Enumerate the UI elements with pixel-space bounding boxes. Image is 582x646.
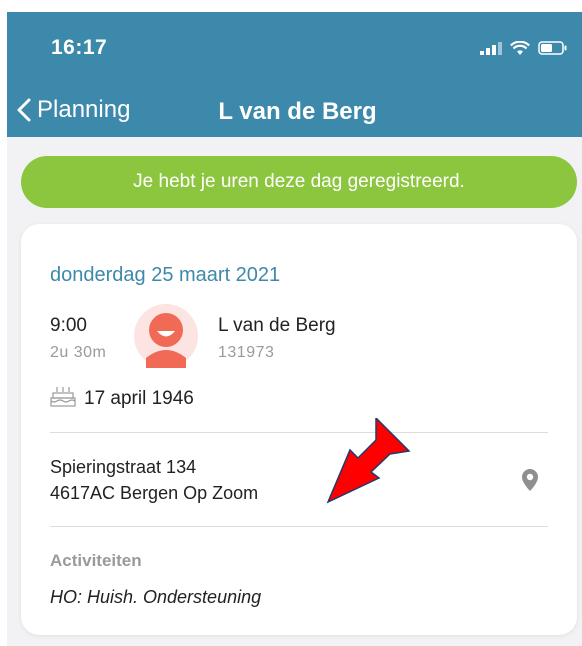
divider bbox=[50, 432, 548, 433]
battery-icon bbox=[538, 41, 567, 55]
activities-label: Activiteiten bbox=[50, 551, 142, 570]
wifi-icon bbox=[510, 40, 530, 55]
appointment-card[interactable]: donderdag 25 maart 2021 9:00 2u 30m L va… bbox=[21, 224, 577, 635]
address-line2: 4617AC Bergen Op Zoom bbox=[50, 483, 259, 503]
status-icons bbox=[480, 38, 568, 58]
activity-item: HO: Huish. Ondersteuning bbox=[50, 587, 262, 607]
banner-text: Je hebt je uren deze dag geregistreerd. bbox=[133, 171, 465, 192]
birthday-cake-icon bbox=[50, 387, 76, 407]
registration-banner: Je hebt je uren deze dag geregistreerd. bbox=[21, 156, 577, 208]
location-pin-icon[interactable] bbox=[521, 468, 539, 492]
duration: 2u 30m bbox=[50, 344, 107, 361]
avatar bbox=[134, 304, 198, 368]
phone-screen: 16:17 Planning L van de Berg Je hebt je … bbox=[7, 12, 582, 646]
app-header: 16:17 Planning L van de Berg bbox=[7, 12, 582, 137]
red-arrow-icon bbox=[326, 418, 411, 504]
start-time: 9:00 bbox=[50, 315, 87, 336]
divider bbox=[50, 526, 548, 527]
signal-icon bbox=[480, 42, 502, 55]
appointment-date: donderdag 25 maart 2021 bbox=[50, 264, 281, 286]
address-line1: Spieringstraat 134 bbox=[50, 457, 197, 477]
status-time: 16:17 bbox=[51, 36, 108, 59]
client-number: 131973 bbox=[218, 344, 275, 361]
avatar-icon bbox=[146, 313, 186, 368]
birth-date: 17 april 1946 bbox=[84, 388, 194, 409]
page-title: L van de Berg bbox=[218, 98, 377, 125]
client-name: L van de Berg bbox=[218, 315, 336, 336]
